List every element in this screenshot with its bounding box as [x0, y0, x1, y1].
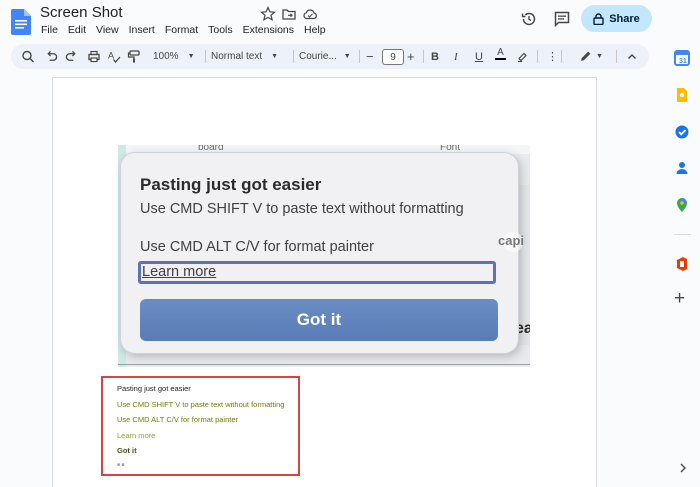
toolbar: A 100% ▼ Normal text ▼ Courie... ▼ − 9 + B …	[11, 44, 649, 69]
menu-edit[interactable]: Edit	[68, 24, 86, 36]
keep-icon[interactable]	[674, 87, 690, 103]
get-addons-icon[interactable]: +	[674, 289, 685, 308]
share-button[interactable]: Share	[581, 5, 652, 32]
menu-file[interactable]: File	[41, 24, 58, 36]
tasks-icon[interactable]	[674, 124, 690, 140]
bg-font-text: Font	[440, 145, 461, 153]
search-menus-icon[interactable]	[21, 48, 35, 65]
document-title[interactable]: Screen Shot	[40, 4, 123, 21]
spellcheck-icon[interactable]: A	[107, 48, 121, 65]
side-panel: 31 +	[666, 42, 700, 487]
menu-extensions[interactable]: Extensions	[243, 24, 294, 36]
editing-mode-dropdown-icon[interactable]: ▼	[596, 48, 603, 65]
learn-more-link[interactable]: Learn more	[138, 261, 496, 284]
dropdown-arrow-icon: ▼	[271, 53, 279, 60]
menu-format[interactable]: Format	[165, 24, 198, 36]
addon-office-icon[interactable]	[674, 256, 690, 272]
menu-view[interactable]: View	[96, 24, 119, 36]
menu-insert[interactable]: Insert	[129, 24, 155, 36]
paste-tip-dialog: Pasting just got easier Use CMD SHIFT V …	[121, 153, 518, 353]
svg-text:31: 31	[679, 58, 687, 65]
contacts-icon[interactable]	[674, 160, 690, 176]
show-side-panel-icon[interactable]	[678, 462, 688, 474]
text-color-swatch	[495, 58, 506, 60]
bold-button[interactable]: B	[431, 48, 439, 65]
got-it-button[interactable]: Got it	[140, 299, 498, 341]
italic-button[interactable]: I	[454, 48, 458, 65]
cloud-saved-icon[interactable]	[302, 6, 318, 22]
increase-font-size-button[interactable]: +	[407, 48, 415, 65]
comments-icon[interactable]	[553, 10, 571, 28]
pasted-tail: ■ ■	[117, 462, 125, 468]
undo-icon[interactable]	[45, 48, 58, 65]
menu-tools[interactable]: Tools	[208, 24, 233, 36]
style-select[interactable]: Normal text ▼	[211, 48, 278, 65]
dialog-paste-tip: Use CMD SHIFT V to paste text without fo…	[140, 201, 464, 217]
dropdown-arrow-icon: ▼	[187, 53, 195, 60]
dialog-title: Pasting just got easier	[140, 175, 322, 194]
menu-bar: File Edit View Insert Format Tools Extensions H…	[41, 24, 336, 36]
star-icon[interactable]	[260, 6, 276, 22]
highlight-color-icon[interactable]	[516, 48, 528, 65]
more-options-icon[interactable]: ⋮	[547, 48, 558, 65]
text-color-button[interactable]: A	[495, 48, 506, 65]
watermark-logo: capi	[494, 231, 532, 253]
pasted-line1[interactable]: Use CMD SHIFT V to paste text without fo…	[117, 400, 284, 409]
underline-button[interactable]: U	[475, 48, 483, 65]
print-icon[interactable]	[87, 48, 101, 65]
version-history-icon[interactable]	[520, 10, 538, 28]
collapse-menus-icon[interactable]	[627, 48, 637, 65]
calendar-icon[interactable]: 31	[674, 50, 690, 66]
font-select[interactable]: Courie... ▼	[299, 48, 351, 65]
pasted-title[interactable]: Pasting just got easier	[117, 384, 191, 393]
pasted-got-it[interactable]: Got it	[117, 446, 137, 455]
docs-logo-icon[interactable]	[11, 9, 31, 35]
watermark-text: capi	[498, 233, 525, 248]
lock-icon	[593, 12, 604, 25]
move-folder-icon[interactable]	[281, 6, 297, 22]
redo-icon[interactable]	[65, 48, 78, 65]
decrease-font-size-button[interactable]: −	[366, 48, 374, 65]
style-value: Normal text	[211, 51, 263, 62]
dropdown-arrow-icon: ▼	[343, 53, 351, 60]
pasted-text-highlight-box: Pasting just got easier Use CMD SHIFT V …	[101, 376, 300, 476]
paint-format-icon[interactable]	[127, 48, 141, 65]
text-color-label: A	[497, 47, 504, 58]
bg-clipboard-text: board	[198, 145, 224, 153]
zoom-value: 100%	[153, 51, 179, 62]
share-label: Share	[609, 12, 640, 25]
zoom-select[interactable]: 100% ▼	[153, 48, 195, 65]
pasted-learn-more[interactable]: Learn more	[117, 431, 155, 440]
editing-mode-icon[interactable]	[579, 48, 592, 65]
pasted-line2[interactable]: Use CMD ALT C/V for format painter	[117, 415, 238, 424]
font-size-input[interactable]: 9	[382, 49, 404, 65]
dialog-format-painter-tip: Use CMD ALT C/V for format painter	[140, 239, 374, 255]
menu-help[interactable]: Help	[304, 24, 326, 36]
font-value: Courie...	[299, 51, 337, 62]
maps-icon[interactable]	[674, 197, 690, 213]
svg-text:A: A	[108, 51, 114, 61]
